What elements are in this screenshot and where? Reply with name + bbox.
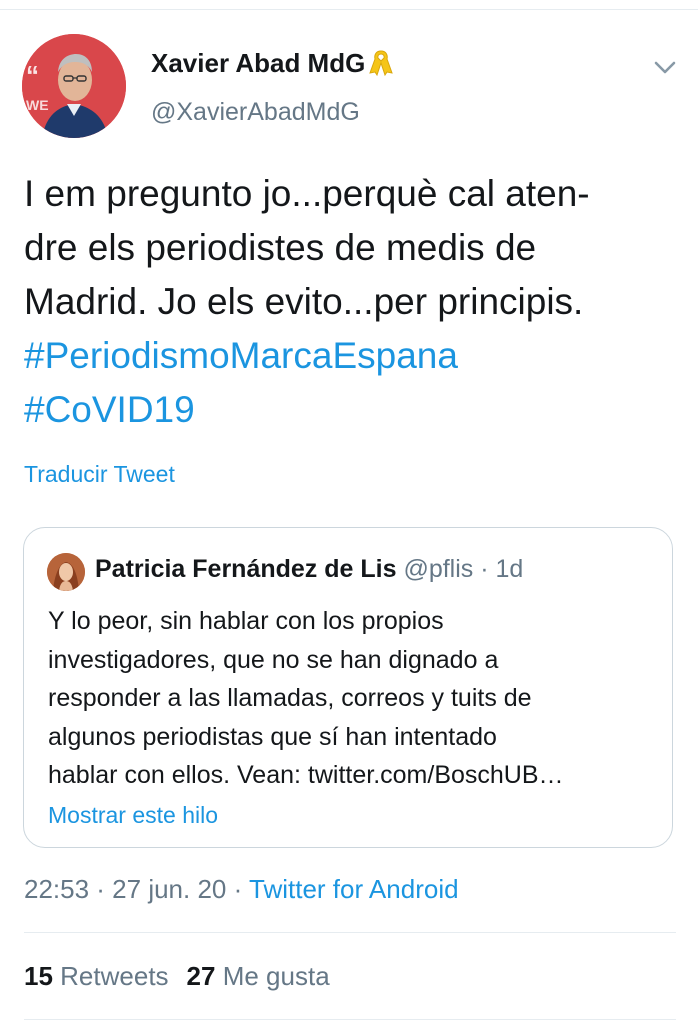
tweet-body: I em pregunto jo...perquè cal aten- dre … [24,167,684,437]
divider [24,932,676,933]
quoted-text-line: investigadores, que no se han dignado a [48,645,499,674]
quoted-text-line: Y lo peor, sin hablar con los propios [48,607,444,635]
tweet-timestamp-row: 22:53 · 27 jun. 20 · Twitter for Android [24,874,459,905]
quoted-text-line: algunos periodistas que sí han intentado [48,722,497,751]
chevron-down-icon[interactable] [652,54,678,80]
tweet-stats: 15 Retweets 27 Me gusta [24,961,330,992]
tweet-text-line: dre els periodistes de medis de [24,227,537,268]
show-thread-link[interactable]: Mostrar este hilo [48,802,218,829]
hashtag-link[interactable]: #PeriodismoMarcaEspana [24,329,684,383]
author-name-text: Xavier Abad MdG [151,48,366,78]
quoted-tweet-card[interactable]: Patricia Fernández de Lis @pflis · 1d Y … [23,527,673,848]
author-handle[interactable]: @XavierAbadMdG [151,98,360,127]
retweets-label: Retweets [60,961,169,991]
author-name[interactable]: Xavier Abad MdG [151,48,396,83]
quoted-author-avatar [47,553,85,591]
svg-text:“: “ [26,60,39,90]
divider [24,1019,676,1020]
quoted-text-line: responder a las llamadas, correos y tuit… [48,684,532,712]
quoted-text-line: hablar con ellos. Vean: twitter.com/Bosc… [48,761,564,789]
tweet-text-line: Madrid. Jo els evito...per principis. [24,281,584,322]
likes-count: 27 [186,961,216,991]
quoted-author-name: Patricia Fernández de Lis [95,555,397,583]
retweets-stat[interactable]: 15 Retweets [24,961,169,992]
likes-stat[interactable]: 27 Me gusta [187,961,330,992]
tweet-text-line: I em pregunto jo...perquè cal aten- [24,173,590,214]
yellow-ribbon-icon [366,48,396,83]
tweet-header: “ WE Xavier Abad MdG @XavierAbadMdG [22,34,682,138]
tweet-timestamp: 22:53 · 27 jun. 20 · [24,874,250,904]
quoted-author-meta: @pflis · 1d [396,555,524,583]
author-avatar[interactable]: “ WE [22,34,126,138]
translate-tweet-link[interactable]: Traducir Tweet [24,461,175,488]
tweet-source-link[interactable]: Twitter for Android [249,874,459,904]
hashtag-link[interactable]: #CoVID19 [24,383,684,437]
top-divider [0,9,698,10]
avatar-photo-icon: “ WE [22,34,126,138]
avatar-photo-icon [47,553,85,591]
retweets-count: 15 [24,961,53,991]
quoted-tweet-header: Patricia Fernández de Lis @pflis · 1d [95,555,523,584]
quoted-tweet-body: Y lo peor, sin hablar con los propios in… [48,602,658,795]
likes-label: Me gusta [222,961,330,991]
svg-text:WE: WE [26,97,49,113]
